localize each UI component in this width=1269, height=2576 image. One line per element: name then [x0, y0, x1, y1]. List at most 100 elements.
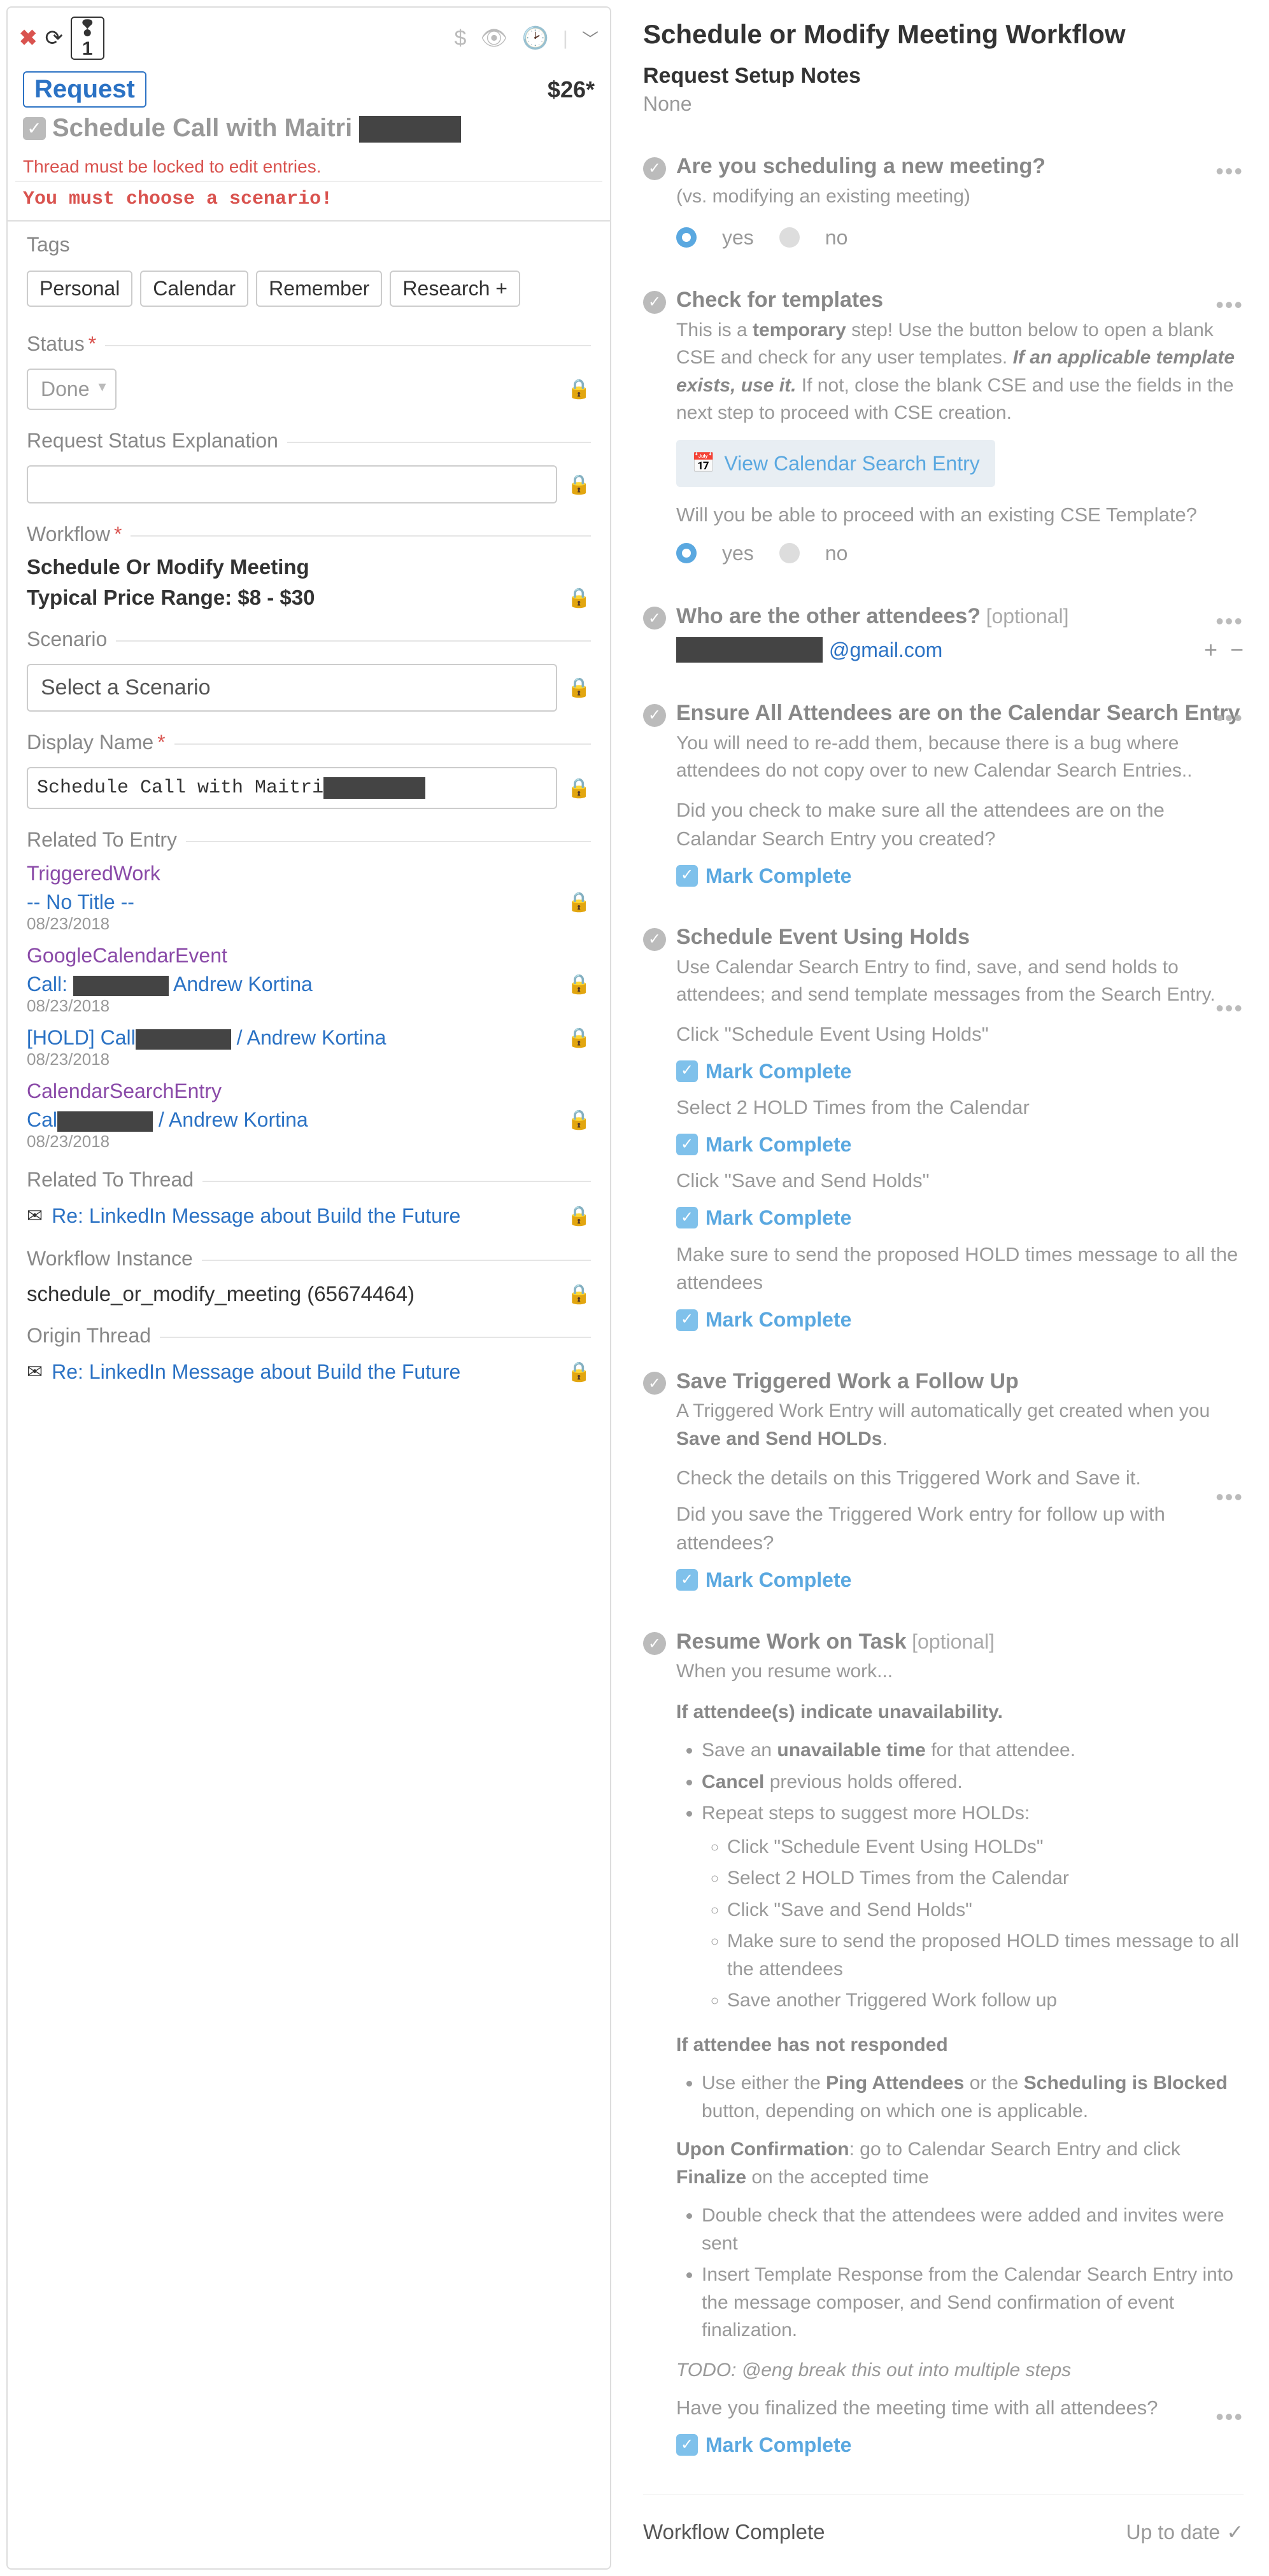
- eye-icon[interactable]: 👁: [480, 25, 507, 51]
- entry-date: 08/23/2018: [8, 996, 610, 1021]
- more-icon[interactable]: •••: [1216, 158, 1244, 185]
- clock-icon[interactable]: 🕑: [522, 25, 549, 51]
- task-checkbox[interactable]: ✓: [676, 1569, 698, 1591]
- redacted: [359, 116, 461, 143]
- mark-complete[interactable]: Mark Complete: [705, 861, 851, 890]
- entry-link[interactable]: -- No Title --: [27, 890, 134, 914]
- check-icon: ✓: [643, 928, 666, 951]
- thread-link[interactable]: Re: LinkedIn Message about Build the Fut…: [52, 1204, 460, 1228]
- wi-value: schedule_or_modify_meeting (65674464): [27, 1282, 415, 1306]
- entry-type: GoogleCalendarEvent: [8, 939, 610, 968]
- lock-icon[interactable]: 🔒: [567, 474, 591, 496]
- wi-label: Workflow Instance: [27, 1247, 193, 1270]
- price: $26*: [548, 76, 595, 103]
- task-checkbox[interactable]: ✓: [676, 865, 698, 887]
- redacted: [73, 976, 169, 996]
- radio-no[interactable]: [779, 543, 800, 563]
- task-checkbox[interactable]: ✓: [676, 1207, 698, 1228]
- step-desc: You will need to re-add them, because th…: [676, 727, 1244, 792]
- display-name-input[interactable]: Schedule Call with Maitri: [27, 767, 557, 809]
- more-icon[interactable]: •••: [1216, 2404, 1244, 2430]
- lock-icon[interactable]: 🔒: [567, 1109, 591, 1131]
- lock-icon[interactable]: 🔒: [567, 891, 591, 913]
- lock-icon[interactable]: 🔒: [567, 1361, 591, 1383]
- right-panel: Schedule or Modify Meeting Workflow Requ…: [618, 0, 1269, 2576]
- redacted: [57, 1111, 153, 1132]
- view-cse-button[interactable]: 📅 View Calendar Search Entry: [676, 440, 995, 487]
- status-select[interactable]: Done: [27, 369, 117, 410]
- add-attendee-icon[interactable]: +: [1204, 633, 1217, 666]
- related-thread-label: Related To Thread: [27, 1168, 194, 1192]
- task-text: Click "Schedule Event Using Holds": [676, 1017, 1244, 1053]
- mark-complete[interactable]: Mark Complete: [705, 1203, 851, 1232]
- more-icon[interactable]: •••: [1216, 608, 1244, 635]
- lock-icon[interactable]: 🔒: [567, 1283, 591, 1306]
- rse-label: Request Status Explanation: [27, 429, 278, 453]
- close-icon[interactable]: ✖: [19, 25, 38, 51]
- tag[interactable]: Calendar: [140, 271, 248, 307]
- divider: |: [563, 27, 568, 50]
- more-icon[interactable]: •••: [1216, 292, 1244, 318]
- task-checkbox[interactable]: ✓: [676, 1309, 698, 1331]
- redacted: [676, 637, 823, 663]
- entry-type: CalendarSearchEntry: [8, 1074, 610, 1103]
- alert-count: 1: [82, 39, 93, 59]
- scenario-select[interactable]: Select a Scenario: [27, 664, 557, 712]
- entry-link[interactable]: [HOLD] Call / Andrew Kortina: [27, 1026, 386, 1050]
- task-checkbox[interactable]: ✓: [676, 1134, 698, 1155]
- lock-icon[interactable]: 🔒: [567, 973, 591, 996]
- calendar-icon: 📅: [691, 449, 715, 477]
- workflow-label: Workflow*: [27, 523, 122, 546]
- check-icon: ✓: [643, 1372, 666, 1395]
- radio-no[interactable]: [779, 227, 800, 248]
- more-icon[interactable]: •••: [1216, 995, 1244, 1022]
- entry-link[interactable]: Cal / Andrew Kortina: [27, 1108, 308, 1132]
- attendee-email[interactable]: @gmail.com: [829, 635, 942, 665]
- task-checkbox[interactable]: ✓: [676, 2434, 698, 2456]
- lock-icon[interactable]: 🔒: [567, 1205, 591, 1227]
- warning-scenario: You must choose a scenario!: [8, 182, 610, 220]
- origin-link[interactable]: Re: LinkedIn Message about Build the Fut…: [52, 1360, 460, 1384]
- mark-complete[interactable]: Mark Complete: [705, 1130, 851, 1159]
- dollar-icon[interactable]: $: [454, 26, 466, 51]
- mark-complete[interactable]: Mark Complete: [705, 1565, 851, 1594]
- title-checkbox[interactable]: ✓: [23, 117, 46, 140]
- task-text: Make sure to send the proposed HOLD time…: [676, 1237, 1244, 1302]
- chevron-down-icon[interactable]: ﹀: [582, 27, 599, 50]
- entry-link[interactable]: Call: Andrew Kortina: [27, 973, 313, 996]
- alert-badge[interactable]: ❢ 1: [71, 17, 104, 60]
- setup-notes-label: Request Setup Notes: [643, 64, 1244, 92]
- radio-yes[interactable]: [676, 227, 697, 248]
- todo-note: TODO: @eng break this out into multiple …: [676, 2350, 1244, 2391]
- more-icon[interactable]: •••: [1216, 1484, 1244, 1510]
- check-icon: ✓: [643, 291, 666, 314]
- entry-date: 08/23/2018: [8, 1050, 610, 1074]
- step-question: Will you be able to proceed with an exis…: [676, 497, 1244, 533]
- lock-icon[interactable]: 🔒: [567, 1027, 591, 1049]
- mark-complete[interactable]: Mark Complete: [705, 2430, 851, 2460]
- tags-label: Tags: [27, 233, 70, 257]
- tag[interactable]: Remember: [256, 271, 382, 307]
- display-name-label: Display Name*: [27, 731, 166, 754]
- rse-input[interactable]: [27, 465, 557, 503]
- entry-date: 08/23/2018: [8, 1132, 610, 1157]
- step-desc: (vs. modifying an existing meeting): [676, 180, 1244, 218]
- resume-heading: Upon Confirmation: go to Calendar Search…: [676, 2130, 1244, 2196]
- lock-icon[interactable]: 🔒: [567, 587, 591, 609]
- refresh-icon[interactable]: ⟳: [45, 25, 64, 51]
- mark-complete[interactable]: Mark Complete: [705, 1057, 851, 1086]
- task-text: Click "Save and Send Holds": [676, 1163, 1244, 1199]
- check-icon: ✓: [643, 1632, 666, 1655]
- lock-icon[interactable]: 🔒: [567, 378, 591, 400]
- task-checkbox[interactable]: ✓: [676, 1060, 698, 1082]
- lock-icon[interactable]: 🔒: [567, 777, 591, 799]
- mark-complete[interactable]: Mark Complete: [705, 1305, 851, 1334]
- step-title: Schedule Event Using Holds: [676, 925, 970, 950]
- tag[interactable]: Personal: [27, 271, 132, 307]
- more-icon[interactable]: •••: [1216, 705, 1244, 731]
- request-badge[interactable]: Request: [23, 71, 146, 108]
- radio-yes[interactable]: [676, 543, 697, 563]
- tag[interactable]: Research +: [390, 271, 520, 307]
- lock-icon[interactable]: 🔒: [567, 677, 591, 699]
- remove-attendee-icon[interactable]: −: [1230, 633, 1244, 666]
